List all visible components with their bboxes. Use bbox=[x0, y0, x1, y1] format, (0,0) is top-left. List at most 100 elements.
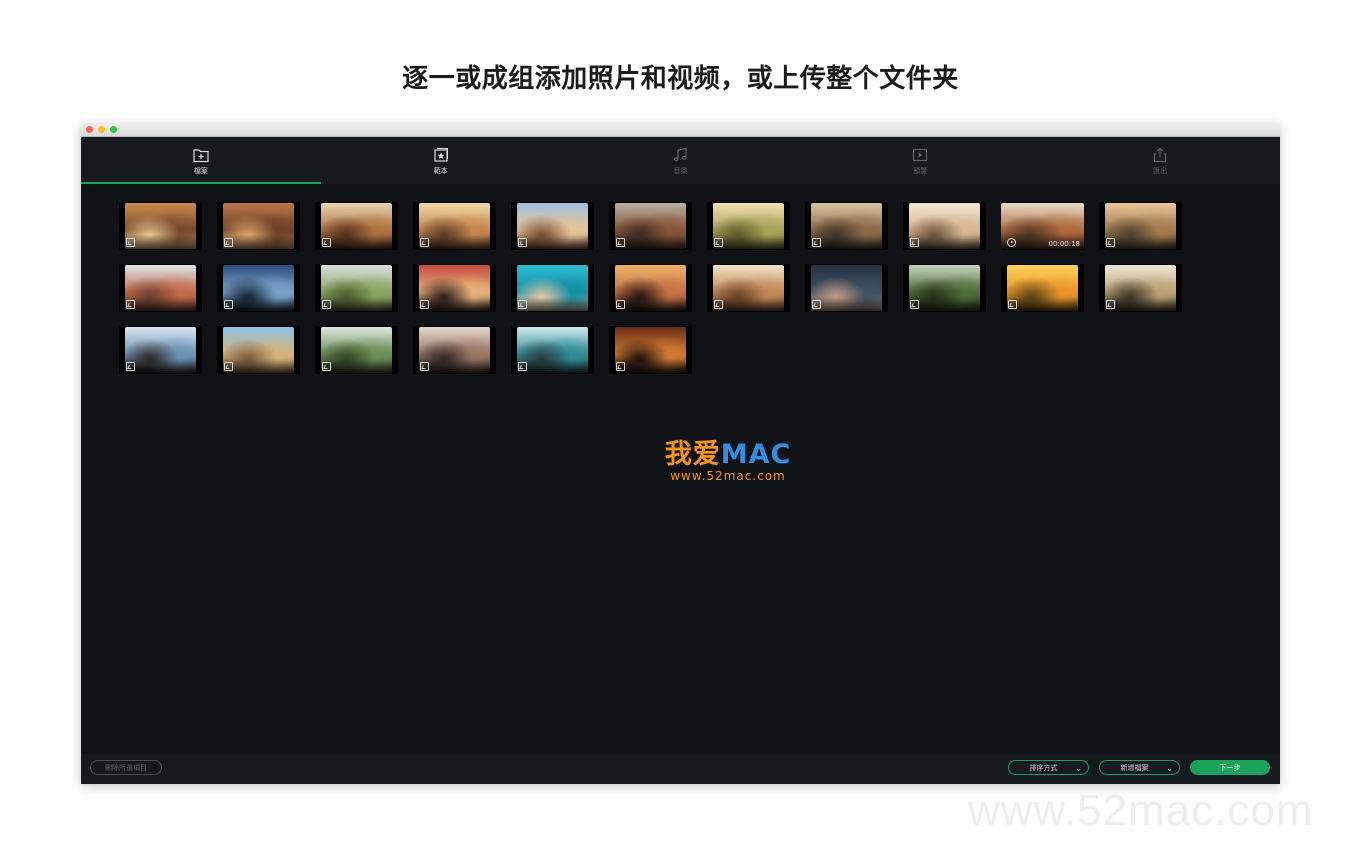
page-watermark: www.52mac.com bbox=[968, 786, 1314, 835]
sort-by-dropdown[interactable]: 排序方式 ⌄ bbox=[1008, 760, 1089, 775]
photo-type-icon bbox=[616, 300, 625, 309]
photo-type-icon bbox=[126, 362, 135, 371]
chevron-down-icon: ⌄ bbox=[1166, 764, 1173, 773]
media-library: 00:00:18 我爱MAC www.52mac.com bbox=[81, 184, 1280, 754]
bottom-bar: 刪除所選項目 排序方式 ⌄ 新增檔案 ⌄ 下一步 bbox=[81, 754, 1280, 784]
tab-files[interactable]: 檔案 bbox=[81, 137, 321, 184]
next-step-button[interactable]: 下一步 bbox=[1190, 760, 1270, 775]
photo-type-icon bbox=[420, 238, 429, 247]
photo-type-icon bbox=[1106, 238, 1115, 247]
photo-thumbnail[interactable] bbox=[903, 202, 986, 250]
export-share-icon bbox=[1153, 147, 1167, 162]
photo-type-icon bbox=[812, 300, 821, 309]
thumbnail-image bbox=[615, 265, 686, 311]
photo-thumbnail[interactable] bbox=[413, 264, 496, 312]
photo-type-icon bbox=[518, 362, 527, 371]
app-window: 檔案 範本 音樂 預覽 匯出 00:00:18 我爱MAC www.52mac.… bbox=[81, 124, 1280, 784]
chevron-down-icon: ⌄ bbox=[1075, 764, 1082, 773]
photo-thumbnail[interactable] bbox=[1001, 264, 1084, 312]
photo-thumbnail[interactable] bbox=[511, 326, 594, 374]
thumbnail-image bbox=[909, 203, 980, 249]
photo-thumbnail[interactable] bbox=[119, 264, 202, 312]
thumbnail-image bbox=[125, 327, 196, 373]
photo-type-icon bbox=[420, 300, 429, 309]
photo-type-icon bbox=[714, 238, 723, 247]
photo-type-icon bbox=[224, 362, 233, 371]
photo-type-icon bbox=[322, 362, 331, 371]
tab-templates[interactable]: 範本 bbox=[321, 137, 561, 184]
photo-thumbnail[interactable] bbox=[413, 326, 496, 374]
page-headline: 逐一或成组添加照片和视频，或上传整个文件夹 bbox=[402, 64, 959, 94]
photo-type-icon bbox=[812, 238, 821, 247]
photo-thumbnail[interactable] bbox=[805, 264, 888, 312]
photo-thumbnail[interactable] bbox=[315, 202, 398, 250]
photo-thumbnail[interactable] bbox=[119, 326, 202, 374]
photo-type-icon bbox=[420, 362, 429, 371]
add-files-dropdown[interactable]: 新增檔案 ⌄ bbox=[1099, 760, 1180, 775]
photo-type-icon bbox=[224, 300, 233, 309]
delete-selected-button[interactable]: 刪除所選項目 bbox=[90, 760, 162, 775]
thumbnail-image bbox=[223, 265, 294, 311]
thumbnail-image bbox=[517, 327, 588, 373]
tab-preview[interactable]: 預覽 bbox=[800, 137, 1040, 184]
thumbnail-image bbox=[517, 265, 588, 311]
photo-thumbnail[interactable] bbox=[315, 326, 398, 374]
thumbnail-image bbox=[811, 203, 882, 249]
site-watermark-logo: 我爱MAC www.52mac.com bbox=[658, 440, 798, 484]
photo-type-icon bbox=[322, 238, 331, 247]
photo-thumbnail[interactable] bbox=[315, 264, 398, 312]
sort-by-label: 排序方式 bbox=[1029, 763, 1058, 772]
window-titlebar bbox=[81, 124, 1280, 137]
video-thumbnail[interactable]: 00:00:18 bbox=[1001, 202, 1084, 250]
photo-thumbnail[interactable] bbox=[609, 326, 692, 374]
photo-type-icon bbox=[126, 238, 135, 247]
photo-thumbnail[interactable] bbox=[511, 202, 594, 250]
thumbnail-image bbox=[419, 327, 490, 373]
photo-thumbnail[interactable] bbox=[119, 202, 202, 250]
photo-thumbnail[interactable] bbox=[1099, 202, 1182, 250]
media-row bbox=[119, 326, 1219, 388]
close-window-button[interactable] bbox=[86, 126, 93, 133]
thumbnail-image bbox=[713, 203, 784, 249]
photo-thumbnail[interactable] bbox=[511, 264, 594, 312]
tab-music[interactable]: 音樂 bbox=[561, 137, 801, 184]
add-files-label: 新增檔案 bbox=[1120, 763, 1149, 772]
photo-type-icon bbox=[224, 238, 233, 247]
thumbnail-image bbox=[321, 327, 392, 373]
photo-thumbnail[interactable] bbox=[609, 264, 692, 312]
photo-type-icon bbox=[910, 238, 919, 247]
photo-thumbnail[interactable] bbox=[413, 202, 496, 250]
music-note-icon bbox=[674, 147, 688, 161]
photo-thumbnail[interactable] bbox=[805, 202, 888, 250]
tab-preview-label: 預覽 bbox=[913, 166, 928, 175]
thumbnail-image bbox=[615, 203, 686, 249]
photo-thumbnail[interactable] bbox=[217, 264, 300, 312]
tab-export-label: 匯出 bbox=[1153, 166, 1168, 175]
tab-export[interactable]: 匯出 bbox=[1040, 137, 1280, 184]
thumbnail-image bbox=[223, 327, 294, 373]
media-grid: 00:00:18 bbox=[119, 202, 1219, 388]
photo-thumbnail[interactable] bbox=[903, 264, 986, 312]
thumbnail-image bbox=[1105, 203, 1176, 249]
photo-type-icon bbox=[714, 300, 723, 309]
photo-type-icon bbox=[910, 300, 919, 309]
photo-thumbnail[interactable] bbox=[217, 326, 300, 374]
photo-thumbnail[interactable] bbox=[1099, 264, 1182, 312]
thumbnail-image bbox=[1007, 265, 1078, 311]
thumbnail-image bbox=[125, 265, 196, 311]
thumbnail-image bbox=[223, 203, 294, 249]
photo-thumbnail[interactable] bbox=[707, 202, 790, 250]
photo-type-icon bbox=[126, 300, 135, 309]
minimize-window-button[interactable] bbox=[98, 126, 105, 133]
photo-type-icon bbox=[322, 300, 331, 309]
media-row: 00:00:18 bbox=[119, 202, 1219, 264]
photo-thumbnail[interactable] bbox=[707, 264, 790, 312]
tab-music-label: 音樂 bbox=[673, 166, 688, 175]
media-row bbox=[119, 264, 1219, 326]
zoom-window-button[interactable] bbox=[110, 126, 117, 133]
thumbnail-image bbox=[321, 265, 392, 311]
photo-thumbnail[interactable] bbox=[217, 202, 300, 250]
photo-thumbnail[interactable] bbox=[609, 202, 692, 250]
photo-type-icon bbox=[1106, 300, 1115, 309]
thumbnail-image bbox=[125, 203, 196, 249]
